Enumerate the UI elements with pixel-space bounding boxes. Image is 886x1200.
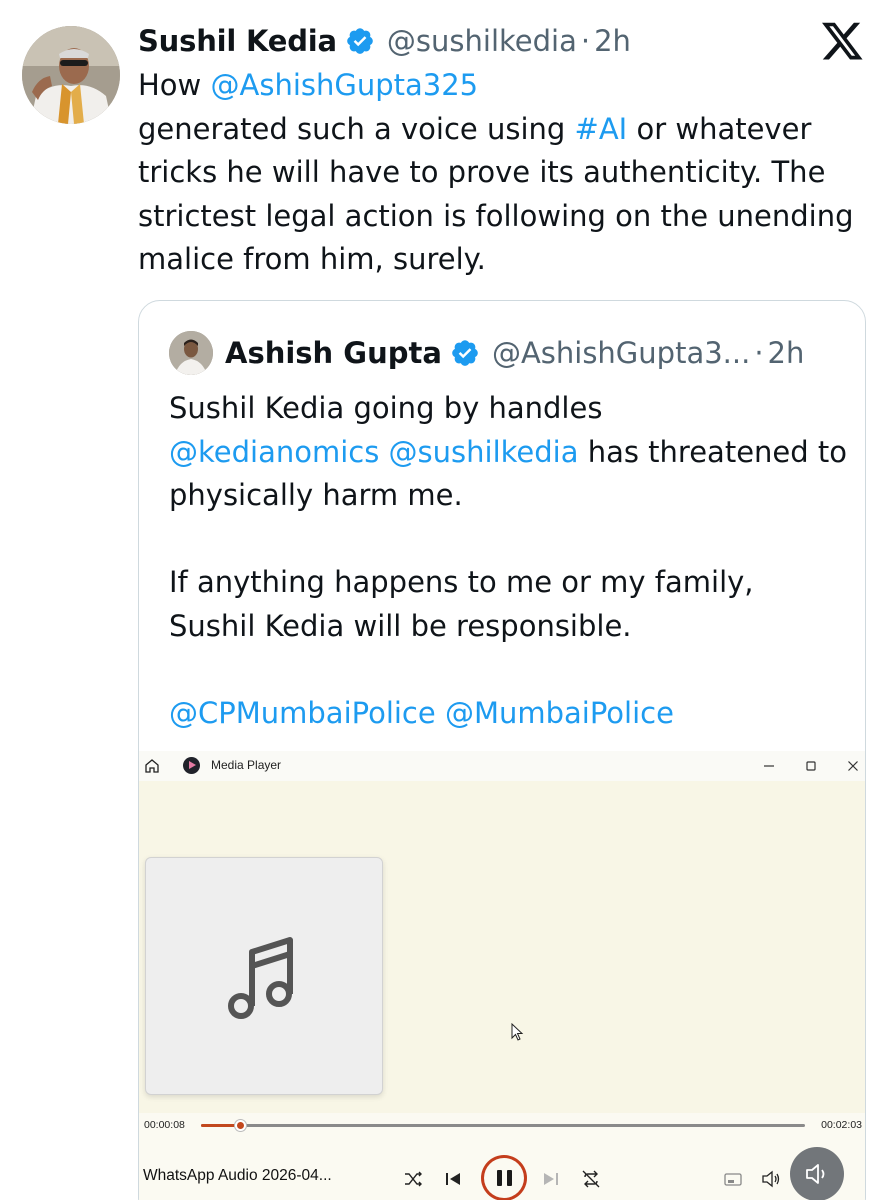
x-logo-icon[interactable] [822,22,864,62]
quoted-tweet-card[interactable]: Ashish Gupta @AshishGupta3... · 2h Sushi… [138,300,866,1200]
mention-link[interactable]: @CPMumbaiPolice [169,696,436,730]
mention-link[interactable]: @kedianomics [169,435,379,469]
tweet-text-part: generated such a voice using [138,111,575,146]
close-icon[interactable] [843,756,863,776]
current-time: 00:00:08 [144,1119,185,1131]
quoted-author-name[interactable]: Ashish Gupta [225,336,442,370]
player-controls: WhatsApp Audio 2026-04... [139,1137,865,1200]
tweet-line-2: generated such a voice using #AI or what… [138,108,868,282]
quoted-paragraph-3: @CPMumbaiPolice @MumbaiPolice [169,692,849,736]
media-player-title: Media Player [211,758,282,772]
hashtag-link[interactable]: #AI [575,112,628,146]
separator-dot: · [580,24,591,58]
tweet-line-1: How @AshishGupta325 [138,64,868,108]
seek-bar-row: 00:00:08 00:02:03 [139,1113,865,1137]
maximize-icon[interactable] [801,756,821,776]
mention-link[interactable]: @AshishGupta325 [211,68,479,102]
music-note-icon [228,937,293,1019]
quoted-tweet-header: Ashish Gupta @AshishGupta3... · 2h [169,331,804,375]
seek-thumb[interactable] [234,1120,246,1131]
seek-bar[interactable] [201,1120,805,1131]
previous-track-icon[interactable] [441,1167,465,1191]
quoted-line-1: Sushil Kedia going by handles [169,391,603,425]
author-name[interactable]: Sushil Kedia [138,24,337,58]
quoted-tweet-time[interactable]: 2h [768,336,805,370]
repeat-icon[interactable] [579,1167,603,1191]
author-avatar[interactable] [22,26,120,124]
tweet-text-prefix: How [138,68,211,102]
pause-button[interactable] [481,1155,527,1200]
mention-link[interactable]: @MumbaiPolice [445,696,674,730]
quoted-paragraph-2: If anything happens to me or my family, … [169,565,754,643]
pause-icon [487,1161,521,1195]
shuffle-icon[interactable] [401,1167,425,1191]
total-time: 00:02:03 [821,1119,862,1131]
quoted-avatar-photo [169,331,213,375]
tweet-time[interactable]: 2h [594,24,631,58]
quoted-author-avatar[interactable] [169,331,213,375]
home-icon[interactable] [143,757,161,775]
mention-space [379,435,388,469]
media-player-logo-icon [183,757,200,774]
tweet-header: Sushil Kedia @sushilkedia · 2h [138,20,631,62]
mention-link[interactable]: @sushilkedia [389,435,579,469]
mention-space [436,696,445,730]
minimize-icon[interactable] [759,756,779,776]
separator-dot: · [754,336,764,370]
quoted-author-handle[interactable]: @AshishGupta3... [492,336,750,370]
quoted-line-2: @kedianomics @sushilkedia has threatened… [169,431,849,518]
volume-icon[interactable] [759,1167,783,1191]
quoted-tweet-text: Sushil Kedia going by handles @kedianomi… [169,387,849,735]
verified-badge-icon [345,26,375,56]
next-track-icon[interactable] [539,1167,563,1191]
tweet-text: How @AshishGupta325 generated such a voi… [138,64,868,282]
mute-toggle-button[interactable] [790,1147,844,1200]
media-player-window[interactable]: Media Player 00:00:08 00:02:03 WhatsApp … [139,751,865,1200]
track-name: WhatsApp Audio 2026-04... [143,1167,332,1184]
album-art [145,857,383,1095]
media-player-titlebar: Media Player [139,751,865,781]
verified-badge-icon [450,338,480,368]
mouse-cursor-icon [511,1022,525,1047]
author-avatar-photo [22,26,120,124]
speaker-icon [806,1164,825,1184]
mini-player-icon[interactable] [721,1167,745,1191]
author-handle[interactable]: @sushilkedia [387,24,577,58]
